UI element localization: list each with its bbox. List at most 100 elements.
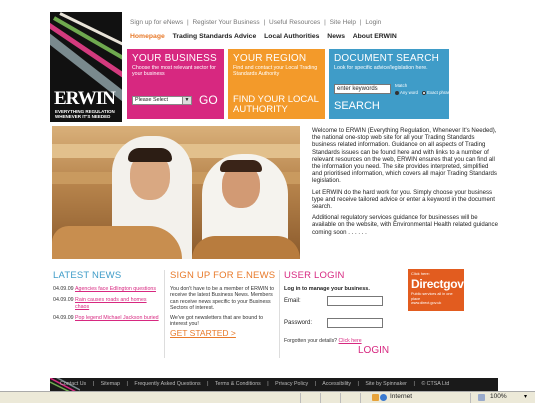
- news-link[interactable]: Pop legend Michael Jackson buried: [75, 315, 159, 321]
- nav-trading-standards-advice[interactable]: Trading Standards Advice: [173, 33, 257, 40]
- link-enews-signup[interactable]: Sign up for eNews: [130, 19, 183, 26]
- separator: |: [92, 381, 95, 387]
- news-item: 04.09.09 Agencies face Edlington questio…: [53, 286, 161, 292]
- bakers-photo: [52, 126, 300, 259]
- footer-links: Contact Us | Sitemap | Frequently Asked …: [60, 381, 454, 387]
- photo-hair: [128, 148, 172, 162]
- latest-news-section: LATEST NEWS 04.09.09 Agencies face Edlin…: [53, 270, 161, 326]
- go-button[interactable]: GO: [199, 93, 218, 107]
- footer-copyright: © CTSA Ltd: [421, 381, 450, 387]
- any-word-radio[interactable]: [395, 90, 399, 95]
- intro-text: Welcome to ERWIN (Everything Regulation,…: [312, 127, 500, 240]
- link-useful-resources[interactable]: Useful Resources: [269, 19, 320, 26]
- news-link[interactable]: Rain causes roads and homes chaos: [75, 297, 159, 310]
- separator: |: [126, 381, 128, 387]
- nav-local-authorities[interactable]: Local Authorities: [264, 33, 319, 40]
- search-button[interactable]: SEARCH: [334, 100, 380, 112]
- footer-site-by[interactable]: Site by Spinnaker: [365, 381, 407, 387]
- zoom-icon: [478, 394, 485, 401]
- panel-title: YOUR REGION: [233, 53, 307, 64]
- password-label: Password:: [284, 320, 313, 326]
- separator: |: [413, 381, 415, 387]
- link-register-business[interactable]: Register Your Business: [192, 19, 259, 26]
- section-title: USER LOGIN: [284, 270, 345, 281]
- logo-tagline-line: WHENEVER IT'S NEEDED: [55, 114, 111, 119]
- find-local-authority-link[interactable]: FIND YOUR LOCAL AUTHORITY: [233, 95, 325, 115]
- intro-paragraph: Additional regulatory services guidance …: [312, 214, 498, 236]
- status-segment: [320, 393, 321, 403]
- column-divider: [279, 270, 280, 358]
- directgov-click: Click here:: [411, 271, 430, 276]
- photo-hair: [220, 160, 262, 172]
- email-label: Email:: [284, 298, 301, 304]
- password-field[interactable]: [327, 318, 383, 328]
- separator: |: [314, 381, 317, 387]
- news-date: 04.09.09: [53, 297, 74, 304]
- intro-paragraph: Let ERWIN do the hard work for you. Simp…: [312, 188, 495, 211]
- column-divider: [164, 270, 165, 358]
- news-date: 04.09.09: [53, 286, 74, 292]
- exact-phrase-label: Exact phrase: [427, 90, 453, 95]
- directgov-brand: Directgov: [411, 277, 464, 291]
- panel-title: DOCUMENT SEARCH: [334, 53, 440, 64]
- photo-bread: [192, 236, 300, 259]
- click-here-link[interactable]: Click here: [339, 338, 362, 344]
- footer-privacy[interactable]: Privacy Policy: [275, 381, 308, 387]
- login-lead: Log in to manage your business.: [284, 286, 370, 292]
- chevron-down-icon[interactable]: ▾: [524, 393, 527, 400]
- dropdown-arrow-icon[interactable]: ▼: [182, 97, 191, 104]
- nav-news[interactable]: News: [327, 33, 345, 40]
- get-started-link[interactable]: GET STARTED >: [170, 328, 278, 338]
- directgov-sub: Public services all in one place: [411, 292, 453, 301]
- lock-icon: [372, 394, 379, 401]
- status-segment: [300, 393, 301, 403]
- site-footer: Contact Us | Sitemap | Frequently Asked …: [50, 378, 498, 391]
- your-business-panel: YOUR BUSINESS Choose the most relevant s…: [127, 49, 224, 119]
- directgov-banner[interactable]: Click here: Directgov Public services al…: [408, 269, 464, 311]
- separator: |: [357, 381, 359, 387]
- news-date: 04.09.09: [53, 314, 74, 321]
- user-login-section: USER LOGIN Log in to manage your busines…: [284, 270, 392, 360]
- enews-text: You don't have to be a member of ERWIN t…: [170, 286, 275, 311]
- panel-title: YOUR BUSINESS: [132, 53, 217, 64]
- exact-phrase-radio[interactable]: [422, 90, 427, 95]
- footer-faq[interactable]: Frequently Asked Questions: [134, 381, 200, 387]
- directgov-url: www.direct.gov.uk: [411, 301, 442, 305]
- login-button[interactable]: LOGIN: [358, 345, 389, 356]
- section-title: LATEST NEWS: [53, 270, 122, 281]
- erwin-logo[interactable]: ERWIN EVERYTHING REGULATION WHENEVER IT'…: [50, 12, 122, 122]
- browser-page: ERWIN EVERYTHING REGULATION WHENEVER IT'…: [0, 0, 535, 403]
- email-row: Email:: [284, 296, 392, 312]
- footer-accessibility[interactable]: Accessibility: [322, 381, 351, 387]
- nav-homepage[interactable]: Homepage: [130, 33, 165, 40]
- enews-text: We've got newsletters that are bound to …: [170, 315, 264, 328]
- link-login[interactable]: Login: [365, 19, 381, 26]
- your-region-panel: YOUR REGION Find and contact your Local …: [228, 49, 325, 119]
- browser-status-bar: Internet 100% ▾: [0, 391, 535, 403]
- document-search-panel: DOCUMENT SEARCH Look for specific advice…: [329, 49, 453, 119]
- zoom-level[interactable]: 100%: [490, 393, 507, 400]
- link-site-help[interactable]: Site Help: [330, 19, 356, 26]
- business-sector-select[interactable]: Please Select ▼: [132, 96, 192, 105]
- security-zone: Internet: [390, 393, 413, 400]
- separator: |: [263, 19, 266, 26]
- keyword-search-input[interactable]: enter keywords: [334, 84, 391, 94]
- nav-about-erwin[interactable]: About ERWIN: [353, 33, 397, 40]
- separator: |: [324, 19, 326, 26]
- footer-contact-us[interactable]: Contact Us: [60, 381, 86, 387]
- any-word-label: Any word: [400, 90, 418, 95]
- section-title: SIGN UP FOR E.NEWS: [170, 270, 276, 281]
- news-link[interactable]: Agencies face Edlington questions: [75, 286, 159, 292]
- email-field[interactable]: [327, 296, 383, 306]
- footer-terms[interactable]: Terms & Conditions: [215, 381, 261, 387]
- separator: |: [186, 19, 189, 26]
- panel-text: Find and contact your Local Trading Stan…: [233, 65, 318, 78]
- status-segment: [340, 393, 341, 403]
- panel-text: Choose the most relevant sector for your…: [132, 65, 216, 78]
- separator: |: [267, 381, 269, 387]
- logo-tagline: EVERYTHING REGULATION WHENEVER IT'S NEED…: [55, 109, 115, 119]
- status-segment: [470, 393, 471, 403]
- footer-sitemap[interactable]: Sitemap: [101, 381, 120, 387]
- match-label: Match: [395, 83, 408, 88]
- news-item: 04.09.09 Rain causes roads and homes cha…: [53, 297, 161, 310]
